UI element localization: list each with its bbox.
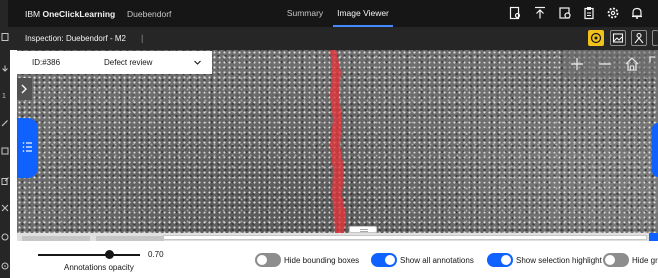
download-icon[interactable] <box>1 65 9 73</box>
panel-resize-handle[interactable] <box>349 226 377 233</box>
expand-panel-button[interactable] <box>17 78 32 100</box>
brand-name[interactable]: IBM OneClickLearning <box>25 9 115 19</box>
tab-summary[interactable]: Summary <box>282 0 328 27</box>
top-nav-bar: IBM OneClickLearning Duebendorf Summary … <box>0 0 658 27</box>
annotate-tool[interactable] <box>631 30 647 46</box>
toggle-knob <box>257 255 267 265</box>
app-switcher[interactable] <box>0 0 8 27</box>
panel-tab-2[interactable] <box>96 236 164 241</box>
opacity-slider-handle[interactable] <box>104 250 114 259</box>
zoom-controls <box>563 50 658 78</box>
zoom-in-icon[interactable] <box>569 56 585 72</box>
inspection-title: Inspection: Duebendorf - M2 <box>25 34 126 43</box>
target-icon[interactable] <box>1 233 9 241</box>
toggle-knob <box>605 255 615 265</box>
left-icon-rail: 1 <box>0 27 10 278</box>
opacity-slider-track[interactable] <box>38 254 140 256</box>
defect-annotation[interactable] <box>17 50 658 233</box>
scroll-end-button[interactable] <box>649 233 658 241</box>
report-icon[interactable] <box>508 6 522 20</box>
export-icon[interactable] <box>1 177 9 185</box>
inspection-bar: Inspection: Duebendorf - M2 | <box>0 27 658 50</box>
opacity-label: Annotations opacity <box>64 263 134 272</box>
settings-tool[interactable] <box>652 30 658 46</box>
show-selection-highlight-toggle[interactable] <box>487 253 513 267</box>
gear-icon[interactable] <box>606 6 620 20</box>
panel-tab-1[interactable] <box>22 236 90 241</box>
divider: | <box>141 33 144 43</box>
cut-icon[interactable] <box>1 204 9 212</box>
light-bulb-tool[interactable] <box>588 30 604 46</box>
image-icon <box>612 33 624 43</box>
opacity-value: 0.70 <box>148 250 164 259</box>
hide-bounding-boxes-toggle[interactable] <box>255 253 281 267</box>
tab-image-viewer[interactable]: Image Viewer <box>333 0 393 27</box>
number-icon[interactable]: 1 <box>1 91 9 99</box>
zoom-out-icon[interactable] <box>597 56 613 72</box>
toggle-knob <box>501 255 511 265</box>
hide-bounding-boxes-label: Hide bounding boxes <box>284 256 360 265</box>
pencil-icon[interactable] <box>1 119 9 127</box>
review-mode-dropdown[interactable]: Defect review <box>104 58 152 67</box>
table-icon[interactable] <box>1 147 9 155</box>
annotate-icon <box>634 32 644 44</box>
chevron-right-icon <box>21 84 27 94</box>
clipboard-icon[interactable] <box>582 6 596 20</box>
toggle-knob <box>385 255 395 265</box>
notification-icon[interactable] <box>630 6 644 20</box>
timer-icon[interactable] <box>558 6 572 20</box>
fullscreen-icon[interactable] <box>649 56 658 72</box>
image-id-label: ID:#386 <box>32 58 61 67</box>
scrollbar-thumb[interactable] <box>163 235 647 240</box>
hide-grid-label: Hide gri <box>632 256 658 265</box>
image-selector[interactable]: ID:#386 Defect review <box>17 51 212 74</box>
home-icon[interactable] <box>624 56 640 72</box>
image-viewer-canvas[interactable] <box>17 50 658 233</box>
help-icon[interactable] <box>1 262 9 270</box>
svg-text:1: 1 <box>2 93 6 99</box>
hide-grid-toggle[interactable] <box>603 253 629 267</box>
show-all-annotations-label: Show all annotations <box>400 256 474 265</box>
open-list-button[interactable] <box>17 118 38 178</box>
image-tool[interactable] <box>610 30 626 46</box>
chevron-down-icon[interactable] <box>193 58 202 67</box>
show-selection-highlight-label: Show selection highlight <box>516 256 602 265</box>
show-all-annotations-toggle[interactable] <box>371 253 397 267</box>
list-icon <box>22 142 32 152</box>
location-label: Duebendorf <box>127 9 172 19</box>
light-bulb-icon <box>590 32 602 44</box>
upload-icon[interactable] <box>533 6 547 20</box>
open-details-button[interactable] <box>652 123 658 177</box>
defect-crack-mask[interactable] <box>330 50 346 233</box>
document-icon[interactable] <box>1 33 9 41</box>
